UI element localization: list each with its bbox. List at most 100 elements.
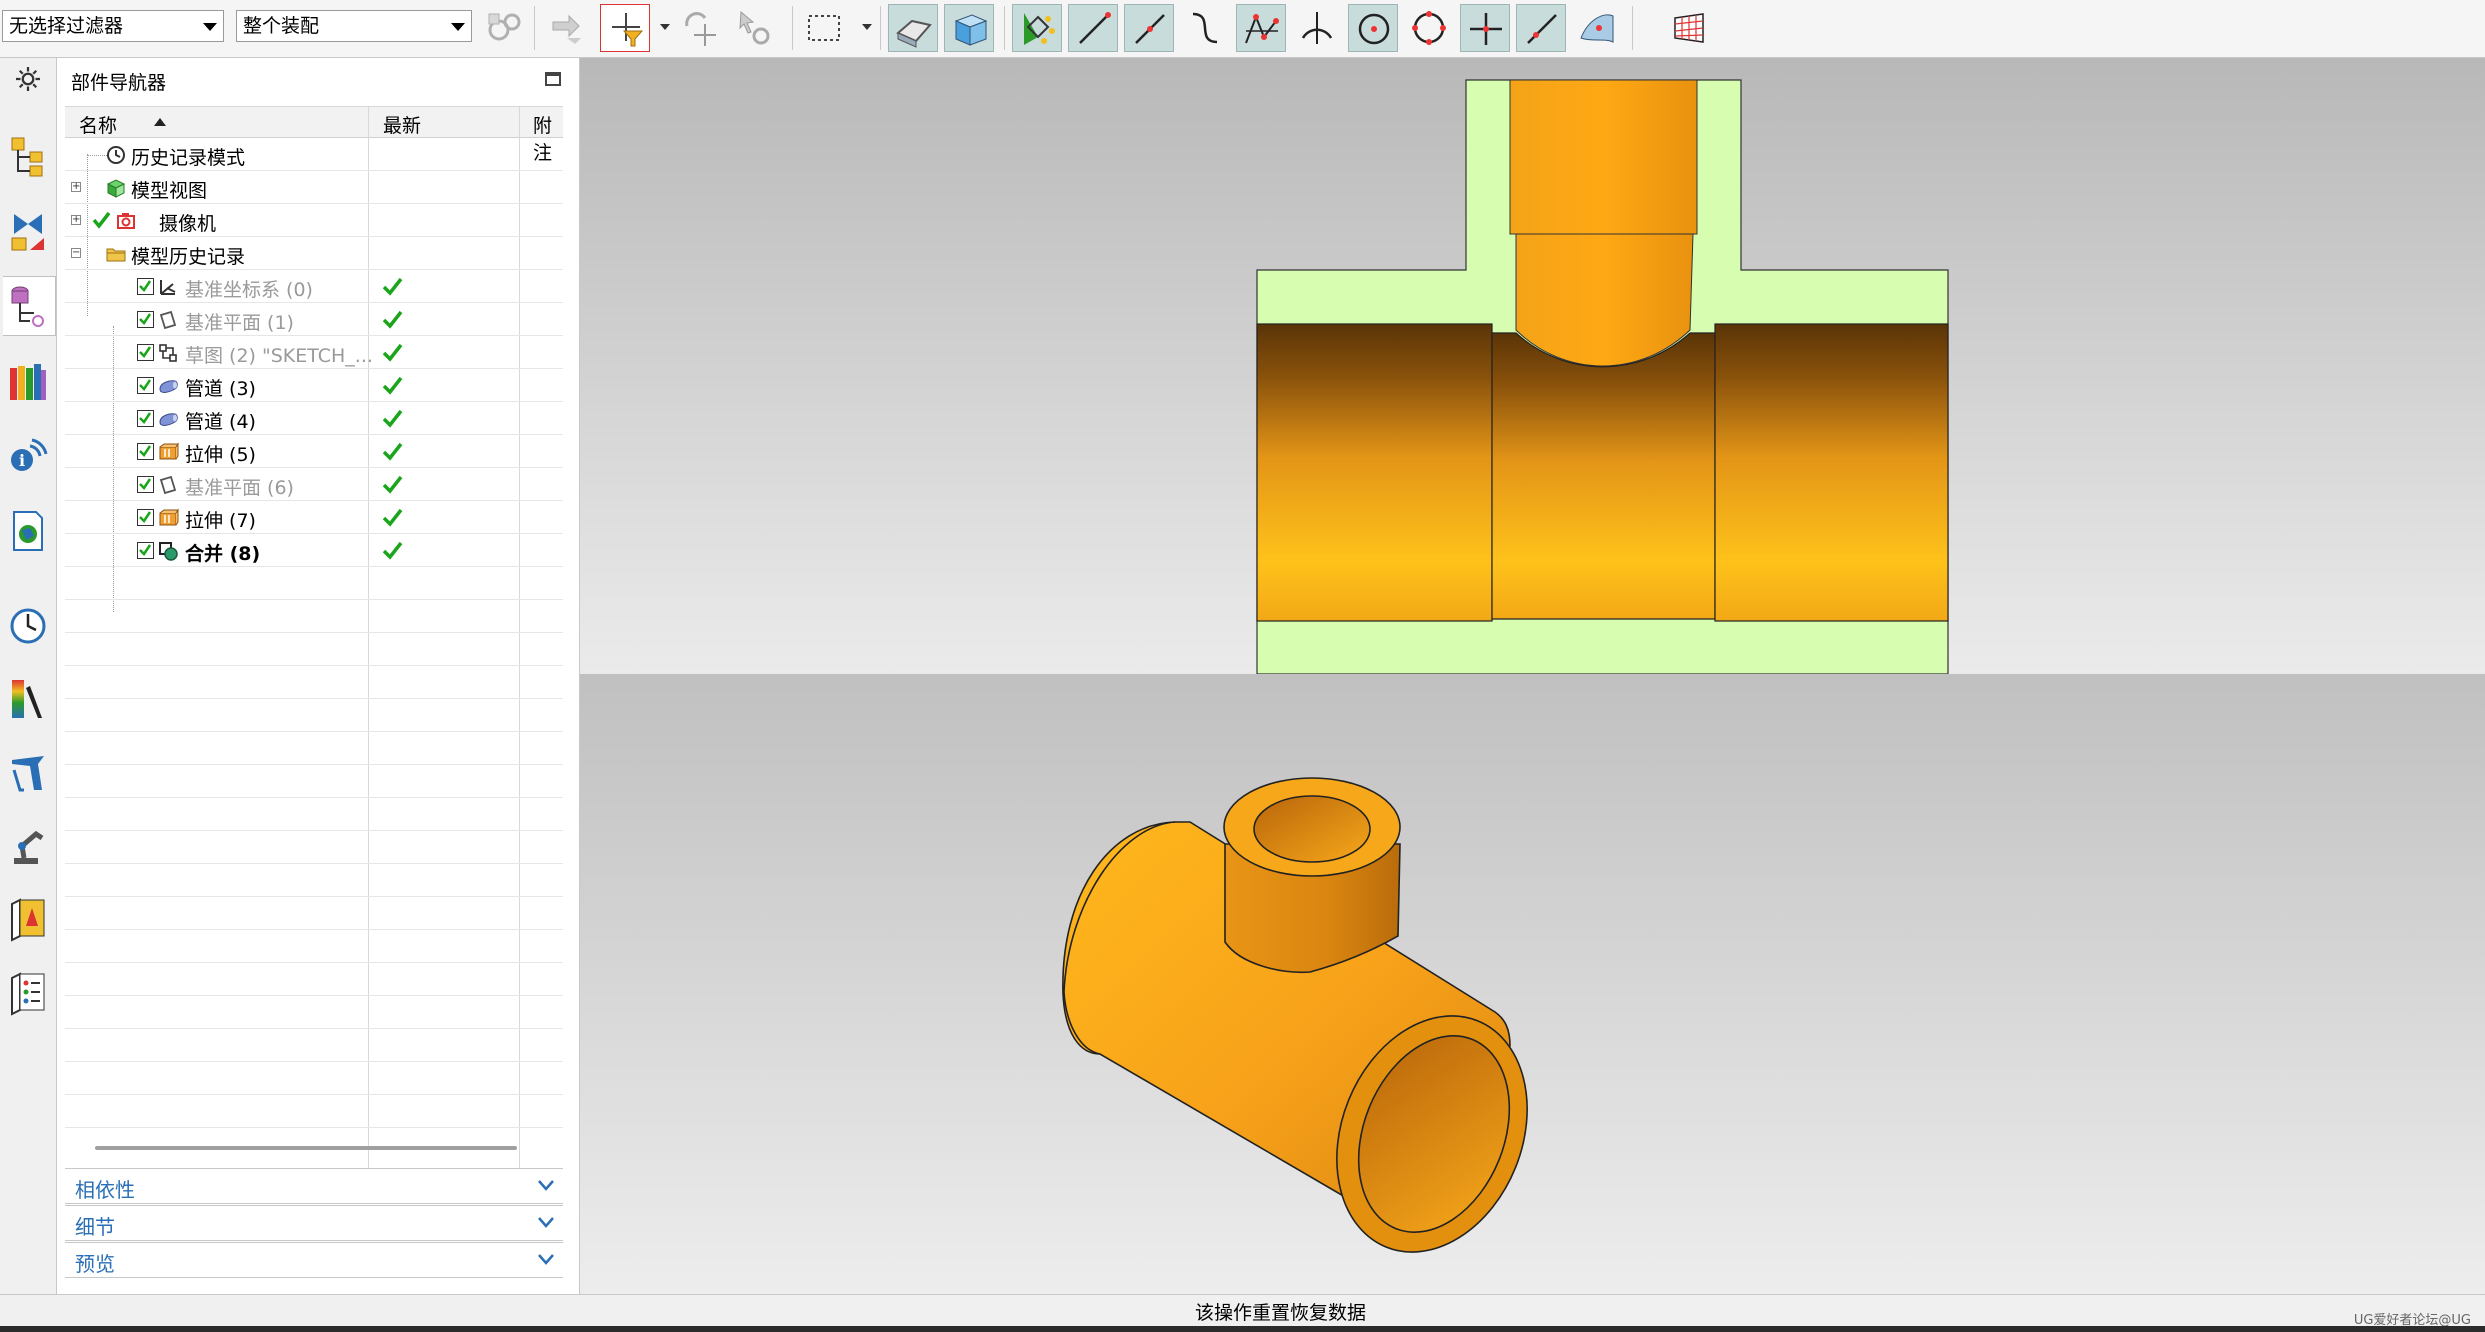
snap-midpoint-button[interactable] [1124, 4, 1174, 52]
system-scenes-tab[interactable] [3, 964, 53, 1022]
reuse-library-tab[interactable] [3, 352, 53, 410]
constraint-navigator-tab[interactable] [3, 202, 53, 260]
tree-row-feature[interactable]: 基准平面 (6) [65, 468, 563, 501]
rotate-crosshair-icon [685, 12, 716, 46]
column-latest-header[interactable]: 最新 [383, 111, 421, 138]
snap-point-on-curve-button[interactable] [1516, 4, 1566, 52]
tree-row-model-history[interactable]: − 模型历史记录 [65, 237, 563, 270]
list-book-icon [11, 972, 45, 1016]
empty-row [65, 864, 563, 897]
empty-row [65, 831, 563, 864]
collapse-minus-icon[interactable]: − [71, 248, 81, 258]
snap-endpoint-button[interactable] [1068, 4, 1118, 52]
web-browser-tab[interactable] [3, 502, 53, 560]
history-tab[interactable] [3, 596, 53, 654]
grid-toggle-button[interactable] [1664, 4, 1714, 52]
assembly-navigator-tab[interactable] [3, 128, 53, 186]
visibility-checkbox[interactable] [137, 443, 154, 460]
visibility-checkbox[interactable] [137, 311, 154, 328]
maximize-icon[interactable] [545, 72, 561, 86]
assembly-select-button[interactable] [480, 4, 530, 52]
pointer-assembly-icon [739, 10, 770, 45]
arc-point-icon [1301, 12, 1333, 44]
tree-row-label: 基准平面 (6) [185, 477, 294, 499]
graphics-viewport-isometric[interactable] [580, 674, 2485, 1294]
hd3d-tools-tab[interactable]: i [3, 426, 53, 484]
analysis-tool-icon [12, 756, 44, 792]
horizontal-scrollbar[interactable] [95, 1146, 517, 1150]
visibility-checkbox[interactable] [137, 278, 154, 295]
resource-bar-settings[interactable] [3, 58, 53, 100]
info-broadcast-icon: i [11, 438, 48, 471]
rectangle-select-button[interactable] [800, 4, 850, 52]
snap-center-button[interactable] [1348, 4, 1398, 52]
tree-row-label: 历史记录模式 [131, 147, 246, 169]
navigator-title: 部件导航器 [71, 72, 167, 94]
snap-point-on-face-button[interactable] [1572, 4, 1622, 52]
dependencies-panel-header[interactable]: 相依性 [65, 1168, 563, 1204]
details-panel-header[interactable]: 细节 [65, 1205, 563, 1241]
body-cube-icon [954, 14, 988, 46]
visibility-checkbox[interactable] [137, 344, 154, 361]
face-cube-icon [896, 19, 932, 48]
roles-tab[interactable] [3, 890, 53, 948]
isometric-view-model [1062, 777, 1528, 1253]
visibility-checkbox[interactable] [137, 509, 154, 526]
chevron-down-icon[interactable] [660, 24, 670, 30]
expand-plus-icon[interactable]: + [71, 182, 81, 192]
chevron-down-icon [538, 1180, 554, 1191]
tree-row-feature[interactable]: 拉伸 (5) [65, 435, 563, 468]
tree-row-feature[interactable]: 基准平面 (1) [65, 303, 563, 336]
process-studio-tab[interactable] [3, 744, 53, 802]
graphics-viewport-section[interactable] [580, 58, 2485, 674]
column-name-header[interactable]: 名称 [79, 111, 117, 138]
empty-row [65, 666, 563, 699]
unite-icon [159, 542, 178, 561]
snap-quadrant-button[interactable] [1404, 4, 1454, 52]
visibility-checkbox[interactable] [137, 410, 154, 427]
selection-filter-dropdown[interactable]: 无选择过滤器 [2, 10, 224, 42]
part-navigator-tab[interactable] [3, 276, 56, 336]
view-cube-icon [106, 179, 126, 198]
manufacturing-wizard-tab[interactable] [3, 816, 53, 874]
snap-intersection-button[interactable] [1236, 4, 1286, 52]
tree-row-feature[interactable]: 管道 (4) [65, 402, 563, 435]
snap-existing-point-button[interactable] [1460, 4, 1510, 52]
point-on-curve-icon [1527, 14, 1557, 44]
sketch-icon [159, 344, 177, 362]
top-toolbar: 无选择过滤器 整个装配 [0, 0, 2485, 58]
undo-select-button[interactable] [542, 4, 592, 52]
visibility-checkbox[interactable] [137, 542, 154, 559]
select-faces-button[interactable] [888, 4, 938, 52]
resource-bar: i [0, 58, 57, 1294]
preview-panel-header[interactable]: 预览 [65, 1242, 563, 1278]
tree-row-feature[interactable]: 基准坐标系 (0) [65, 270, 563, 303]
tree-row-model-views[interactable]: + 模型视图 [65, 171, 563, 204]
expand-plus-icon[interactable]: + [71, 215, 81, 225]
clock-icon [107, 146, 125, 164]
select-bodies-button[interactable] [944, 4, 994, 52]
preview-label: 预览 [75, 1252, 115, 1276]
tree-row-label: 拉伸 (7) [185, 510, 256, 532]
visibility-checkbox[interactable] [137, 476, 154, 493]
select-component-button[interactable] [730, 4, 780, 52]
tree-row-history-mode[interactable]: 历史记录模式 [65, 138, 563, 171]
tree-row-label: 模型视图 [131, 180, 208, 202]
snap-control-point-button[interactable] [1180, 4, 1230, 52]
visibility-checkbox[interactable] [137, 377, 154, 394]
selection-scope-dropdown[interactable]: 整个装配 [236, 10, 472, 42]
visualization-tab[interactable] [3, 670, 53, 728]
snap-point-filter-button[interactable] [600, 4, 650, 52]
tree-row-feature[interactable]: 管道 (3) [65, 369, 563, 402]
rotate-point-button[interactable] [674, 4, 724, 52]
snap-enable-button[interactable] [1012, 4, 1062, 52]
snap-arc-center-button[interactable] [1292, 4, 1342, 52]
empty-row [65, 633, 563, 666]
tree-row-feature[interactable]: 拉伸 (7) [65, 501, 563, 534]
tree-row-feature[interactable]: 合并 (8) [65, 534, 563, 567]
part-navigator-panel: 部件导航器 名称 最新 附注 历史记录模式 + 模型视图 + 摄像机 − 模型历… [57, 58, 580, 1294]
tree-row-cameras[interactable]: + 摄像机 [65, 204, 563, 237]
chevron-down-icon[interactable] [862, 24, 872, 30]
tree-row-feature[interactable]: 草图 (2) "SKETCH_... [65, 336, 563, 369]
datum-plane-icon [159, 475, 177, 495]
